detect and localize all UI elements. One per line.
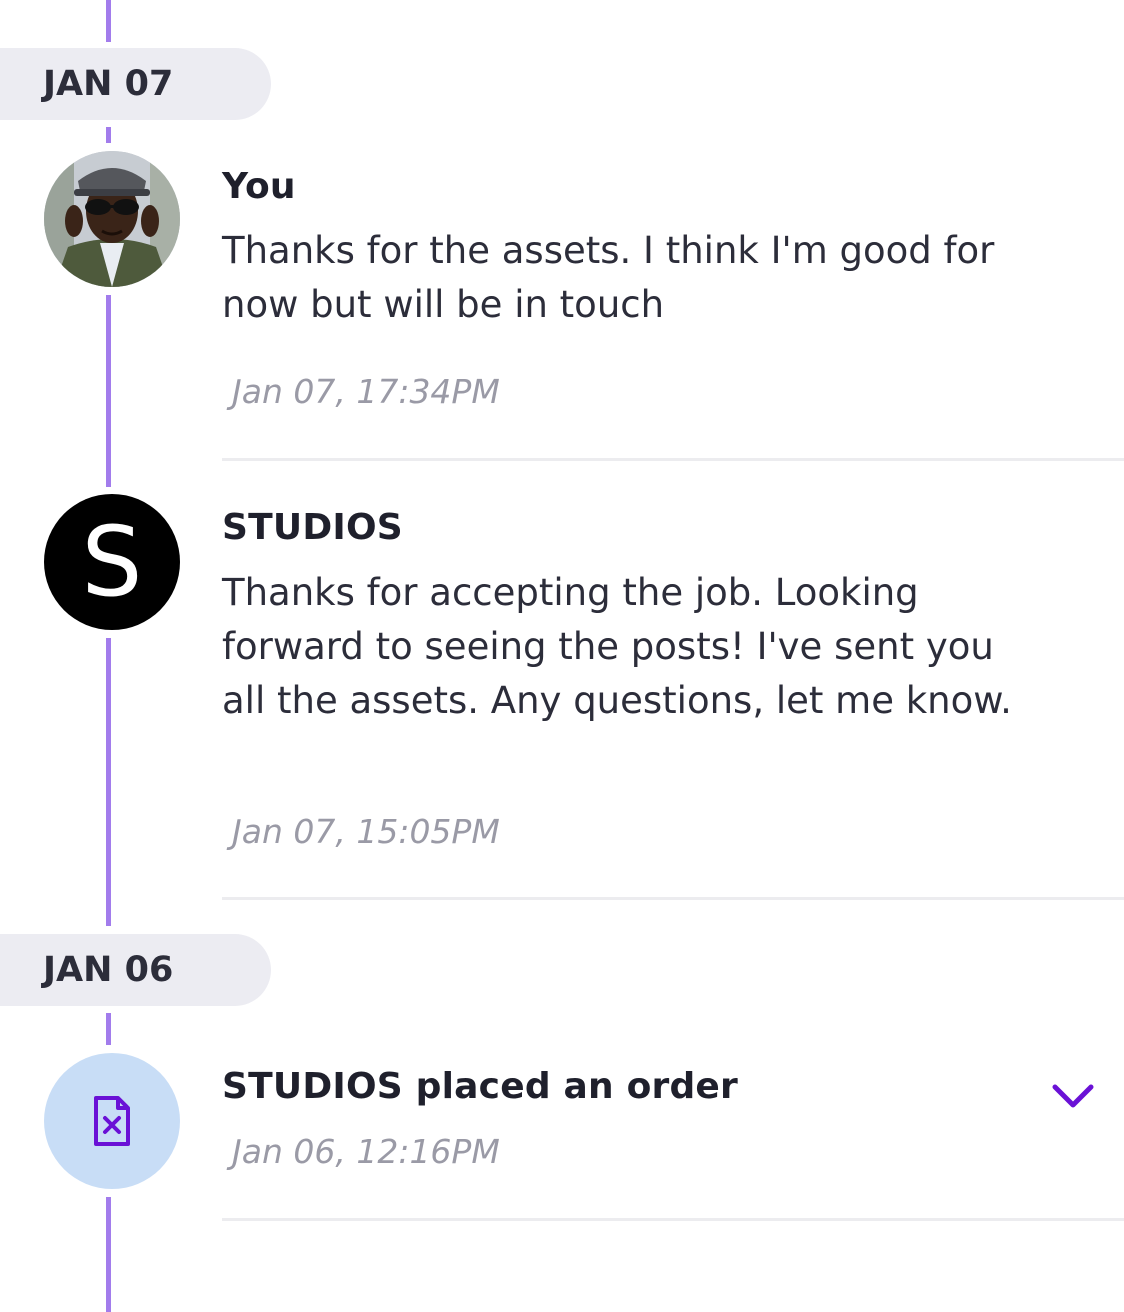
studios-avatar: S (44, 494, 180, 630)
divider (222, 458, 1124, 461)
document-x-icon (94, 1096, 130, 1146)
order-event-icon-circle (44, 1053, 180, 1189)
event-title: STUDIOS placed an order (222, 1066, 739, 1107)
message-author: STUDIOS (222, 507, 403, 548)
divider (222, 1218, 1124, 1221)
timeline-line (106, 1013, 111, 1045)
timeline-line (106, 638, 111, 926)
date-separator: JAN 06 (0, 934, 271, 1006)
person-photo-icon (44, 151, 180, 287)
message-body: Thanks for the assets. I think I'm good … (222, 229, 995, 326)
message-timestamp: Jan 07, 17:34PM (232, 372, 500, 411)
timeline-line (106, 1197, 111, 1312)
message-timestamp: Jan 07, 15:05PM (232, 812, 500, 851)
timeline-line (106, 295, 111, 487)
message-body: Thanks for accepting the job. Looking fo… (222, 571, 1012, 722)
timeline-line (106, 0, 111, 42)
event-timestamp: Jan 06, 12:16PM (232, 1132, 500, 1171)
chevron-down-icon[interactable] (1050, 1078, 1096, 1114)
date-separator: JAN 07 (0, 48, 271, 120)
timeline-line (106, 127, 111, 143)
user-avatar (44, 151, 180, 287)
message-author: You (222, 166, 296, 207)
divider (222, 897, 1124, 900)
